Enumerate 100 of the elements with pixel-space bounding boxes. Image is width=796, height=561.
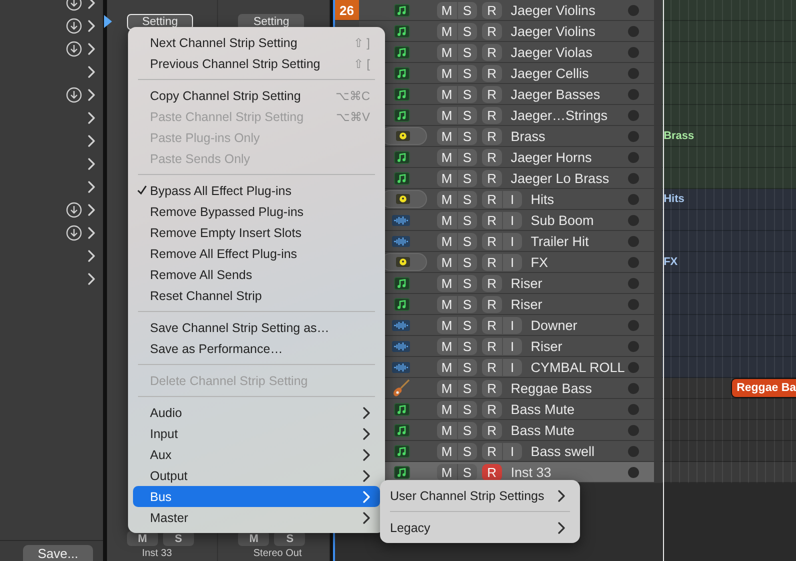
record-button[interactable]: R [482, 64, 502, 82]
record-button[interactable]: R [482, 422, 502, 438]
mute-button[interactable]: M [436, 22, 457, 40]
record-button[interactable]: R [482, 316, 502, 334]
mute-button[interactable]: M [436, 148, 457, 166]
solo-button[interactable]: S [456, 170, 477, 186]
download-icon[interactable] [66, 224, 82, 240]
chevron-icon [88, 88, 95, 100]
input-monitor-button[interactable]: I [502, 232, 522, 250]
track-header[interactable]: 26 M S R Jaeger Violins [334, 0, 662, 21]
record-button[interactable]: R [482, 22, 502, 40]
record-button[interactable]: R [482, 358, 502, 376]
solo-button[interactable]: S [456, 148, 477, 166]
solo-button[interactable]: S [456, 274, 477, 292]
mute-button[interactable]: M [436, 128, 457, 144]
mute-button[interactable]: M [436, 106, 457, 124]
record-button[interactable]: R [482, 296, 502, 312]
solo-button[interactable]: S [456, 254, 477, 270]
record-button[interactable]: R [482, 212, 502, 228]
input-monitor-button[interactable]: I [502, 190, 522, 208]
solo-button[interactable]: S [456, 400, 477, 418]
mute-button[interactable]: M [436, 274, 457, 292]
mute-button[interactable]: M [436, 442, 457, 460]
input-monitor-button[interactable]: I [502, 442, 522, 460]
record-button[interactable]: R [482, 128, 502, 144]
download-icon[interactable] [66, 40, 82, 56]
solo-button[interactable]: S [456, 86, 477, 102]
record-button[interactable]: R [482, 44, 502, 60]
music-note-icon [394, 88, 410, 100]
download-icon[interactable] [66, 86, 82, 102]
download-icon[interactable] [66, 18, 82, 34]
music-note-icon [394, 298, 410, 310]
solo-button[interactable]: S [456, 442, 477, 460]
mute-button[interactable]: M [436, 464, 457, 480]
solo-button[interactable]: S [456, 190, 477, 208]
mute-button[interactable]: M [436, 400, 457, 418]
mute-button[interactable]: M [436, 86, 457, 102]
input-monitor-button[interactable]: I [502, 254, 522, 270]
mute-button[interactable]: M [436, 190, 457, 208]
solo-button[interactable]: S [456, 128, 477, 144]
chevron-icon [363, 512, 370, 524]
record-button[interactable]: R [482, 106, 502, 124]
region-clip[interactable]: Reggae Ba [730, 378, 796, 398]
solo-button[interactable]: S [456, 338, 477, 354]
record-button[interactable]: R [482, 254, 502, 270]
music-note-icon [394, 150, 410, 164]
solo-button[interactable]: S [456, 232, 477, 250]
record-button[interactable]: R [482, 464, 502, 480]
mute-button[interactable]: M [436, 64, 457, 82]
menu-item[interactable]: Legacy [385, 517, 575, 538]
mute-button[interactable]: M [436, 338, 457, 354]
solo-button[interactable]: S [456, 316, 477, 334]
solo-button[interactable]: S [456, 22, 477, 40]
input-monitor-button[interactable]: I [502, 338, 522, 354]
chevron-icon [88, 250, 95, 262]
mute-button[interactable]: M [436, 2, 457, 18]
mute-button[interactable]: M [436, 380, 457, 396]
solo-button[interactable]: S [456, 296, 477, 312]
save-button[interactable]: Save... [23, 545, 93, 561]
track-number: 26 [340, 2, 354, 18]
input-monitor-button[interactable]: I [502, 358, 522, 376]
record-button[interactable]: R [482, 148, 502, 166]
menu-item[interactable]: Bus [133, 486, 380, 507]
mute-button[interactable]: M [436, 296, 457, 312]
solo-button[interactable]: S [456, 2, 477, 18]
record-button[interactable]: R [482, 274, 502, 292]
menu-item[interactable]: User Channel Strip Settings [385, 485, 575, 506]
record-button[interactable]: R [482, 400, 502, 418]
chevron-icon [88, 42, 95, 54]
solo-button[interactable]: S [456, 380, 477, 396]
solo-button[interactable]: S [456, 358, 477, 376]
download-icon[interactable] [66, 202, 82, 218]
solo-button[interactable]: S [456, 106, 477, 124]
record-button[interactable]: R [482, 338, 502, 354]
record-button[interactable]: R [482, 232, 502, 250]
mute-button[interactable]: M [436, 232, 457, 250]
mute-button[interactable]: M [436, 170, 457, 186]
mute-button[interactable]: M [436, 212, 457, 228]
mute-button[interactable]: M [436, 358, 457, 376]
record-button[interactable]: R [482, 2, 502, 18]
track-name: Riser [510, 296, 544, 312]
record-button[interactable]: R [482, 170, 502, 186]
record-button[interactable]: R [482, 190, 502, 208]
mute-button[interactable]: M [436, 44, 457, 60]
track-name: Bass Mute [510, 422, 576, 438]
mute-button[interactable]: M [436, 316, 457, 334]
mute-button[interactable]: M [436, 254, 457, 270]
mute-button[interactable]: M [436, 422, 457, 438]
solo-button[interactable]: S [456, 64, 477, 82]
record-button[interactable]: R [482, 86, 502, 102]
solo-button[interactable]: S [456, 422, 477, 438]
input-monitor-button[interactable]: I [502, 212, 522, 228]
solo-button[interactable]: S [456, 212, 477, 228]
record-button[interactable]: R [482, 442, 502, 460]
input-monitor-button[interactable]: I [502, 316, 522, 334]
track-name: Bass Mute [510, 402, 576, 416]
record-button[interactable]: R [482, 380, 502, 396]
solo-button[interactable]: S [456, 44, 477, 60]
music-note-icon [394, 46, 410, 58]
menu-item[interactable]: Master [133, 507, 380, 528]
